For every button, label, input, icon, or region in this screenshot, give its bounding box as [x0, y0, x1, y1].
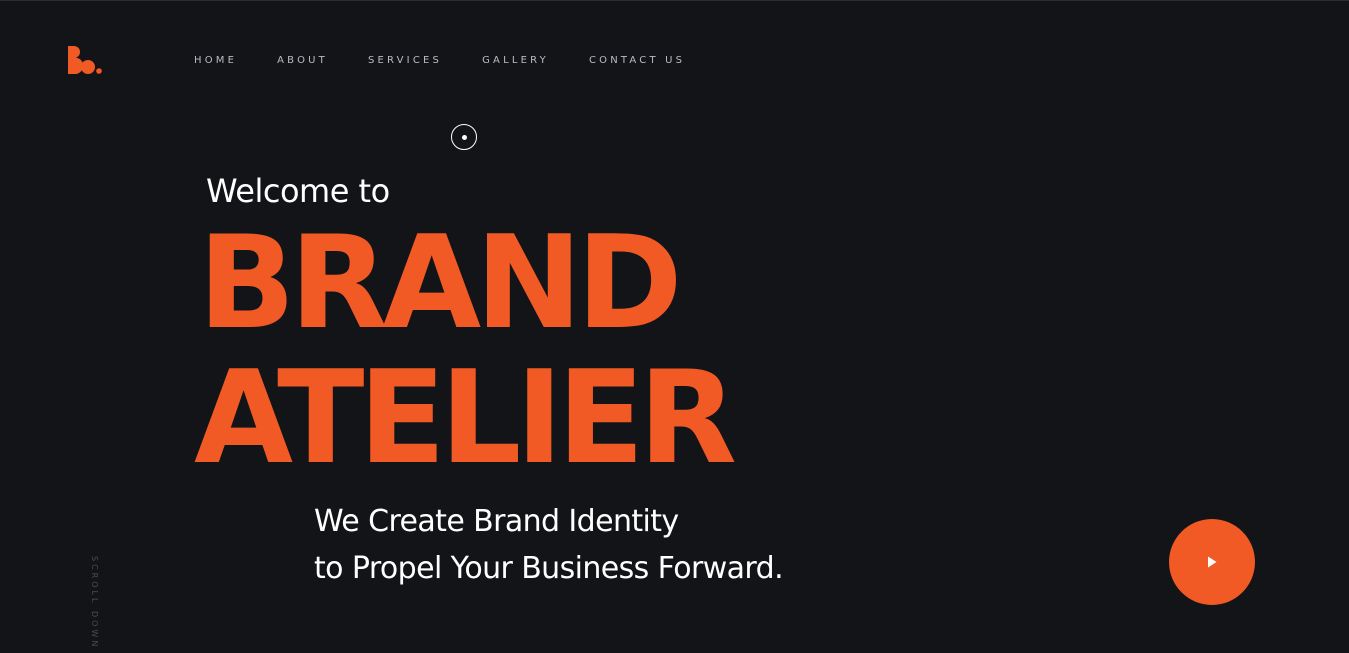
nav-services[interactable]: SERVICES [368, 55, 442, 66]
ba-monogram-icon [68, 46, 102, 75]
brand-logo[interactable] [66, 44, 104, 76]
main-nav: HOME ABOUT SERVICES GALLERY CONTACT US [194, 55, 725, 66]
hero-welcome-text: Welcome to [206, 172, 390, 210]
hero-tagline-line2: to Propel Your Business Forward. [314, 551, 784, 586]
nav-home[interactable]: HOME [194, 55, 237, 66]
hero-title-line1: BRAND [198, 209, 683, 358]
nav-contact-us[interactable]: CONTACT US [589, 55, 685, 66]
custom-cursor-icon [451, 124, 477, 150]
top-border [0, 0, 1349, 1]
hero-title-line2: ATELIER [194, 344, 737, 493]
nav-about[interactable]: ABOUT [277, 55, 328, 66]
hero-tagline-line1: We Create Brand Identity [314, 504, 679, 539]
scroll-down-hint[interactable]: SCROLL DOWN [90, 556, 99, 649]
nav-gallery[interactable]: GALLERY [482, 55, 549, 66]
play-icon [1208, 556, 1217, 568]
play-video-button[interactable] [1169, 519, 1255, 605]
